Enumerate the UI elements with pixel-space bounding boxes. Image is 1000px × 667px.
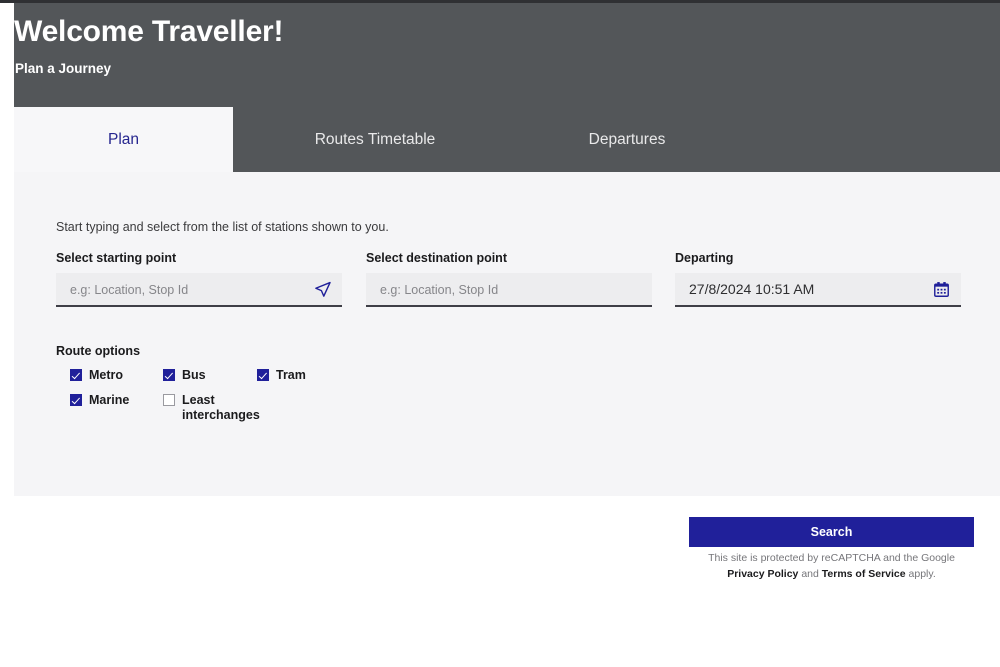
route-options-grid: Metro Bus Tram Marine Least interchanges bbox=[56, 368, 356, 438]
checkbox-marine-box[interactable] bbox=[70, 394, 82, 406]
checkbox-least-interchanges-box[interactable] bbox=[163, 394, 175, 406]
terms-of-service-link[interactable]: Terms of Service bbox=[822, 568, 906, 580]
page-title: Welcome Traveller! bbox=[14, 15, 284, 48]
checkbox-metro[interactable]: Metro bbox=[70, 368, 123, 383]
starting-point-input-wrap[interactable] bbox=[56, 273, 342, 307]
privacy-policy-link[interactable]: Privacy Policy bbox=[727, 568, 798, 580]
recaptcha-disclaimer: This site is protected by reCAPTCHA and … bbox=[689, 551, 974, 582]
calendar-icon[interactable] bbox=[930, 278, 952, 300]
tab-departures-label: Departures bbox=[588, 130, 666, 148]
checkbox-bus[interactable]: Bus bbox=[163, 368, 206, 383]
destination-point-field: Select destination point bbox=[366, 251, 652, 307]
tab-routes-timetable[interactable]: Routes Timetable bbox=[233, 107, 517, 172]
destination-point-input[interactable] bbox=[366, 273, 652, 305]
starting-point-field: Select starting point bbox=[56, 251, 342, 307]
checkbox-metro-box[interactable] bbox=[70, 369, 82, 381]
form-hint: Start typing and select from the list of… bbox=[56, 220, 389, 234]
navigation-arrow-icon[interactable] bbox=[311, 278, 333, 300]
search-button[interactable]: Search bbox=[689, 517, 974, 547]
checkbox-bus-label: Bus bbox=[182, 368, 206, 382]
checkbox-bus-box[interactable] bbox=[163, 369, 175, 381]
checkbox-tram-box[interactable] bbox=[257, 369, 269, 381]
tab-routes-timetable-label: Routes Timetable bbox=[314, 130, 436, 148]
recaptcha-prefix: This site is protected by reCAPTCHA and … bbox=[708, 552, 955, 564]
recaptcha-conjunction: and bbox=[798, 567, 822, 580]
tab-plan[interactable]: Plan bbox=[14, 107, 233, 172]
recaptcha-suffix: apply. bbox=[905, 567, 936, 580]
departing-field: Departing bbox=[675, 251, 961, 307]
app-root: Welcome Traveller! Plan a Journey Plan R… bbox=[0, 3, 1000, 667]
tab-bar: Plan Routes Timetable Departures bbox=[14, 107, 1000, 172]
starting-point-label: Select starting point bbox=[56, 251, 177, 265]
checkbox-metro-label: Metro bbox=[89, 368, 124, 382]
checkbox-least-interchanges[interactable]: Least interchanges bbox=[163, 393, 260, 423]
departing-input[interactable] bbox=[675, 273, 961, 305]
checkbox-least-interchanges-label: Least interchanges bbox=[182, 393, 260, 422]
plan-journey-panel: Start typing and select from the list of… bbox=[14, 172, 1000, 580]
page-subtitle: Plan a Journey bbox=[15, 61, 112, 76]
route-options-title: Route options bbox=[56, 344, 141, 358]
checkbox-marine[interactable]: Marine bbox=[70, 393, 129, 408]
page-header: Welcome Traveller! Plan a Journey Plan R… bbox=[14, 3, 1000, 172]
checkbox-marine-label: Marine bbox=[89, 393, 130, 407]
route-options-group: Route options Metro Bus Tram Marine Leas… bbox=[56, 344, 356, 438]
departing-label: Departing bbox=[675, 251, 734, 265]
starting-point-input[interactable] bbox=[56, 273, 342, 305]
checkbox-tram-label: Tram bbox=[276, 368, 306, 382]
destination-point-input-wrap[interactable] bbox=[366, 273, 652, 307]
tab-plan-label: Plan bbox=[107, 130, 140, 148]
tab-departures[interactable]: Departures bbox=[517, 107, 737, 172]
departing-input-wrap[interactable] bbox=[675, 273, 961, 307]
destination-point-label: Select destination point bbox=[366, 251, 507, 265]
checkbox-tram[interactable]: Tram bbox=[257, 368, 306, 383]
